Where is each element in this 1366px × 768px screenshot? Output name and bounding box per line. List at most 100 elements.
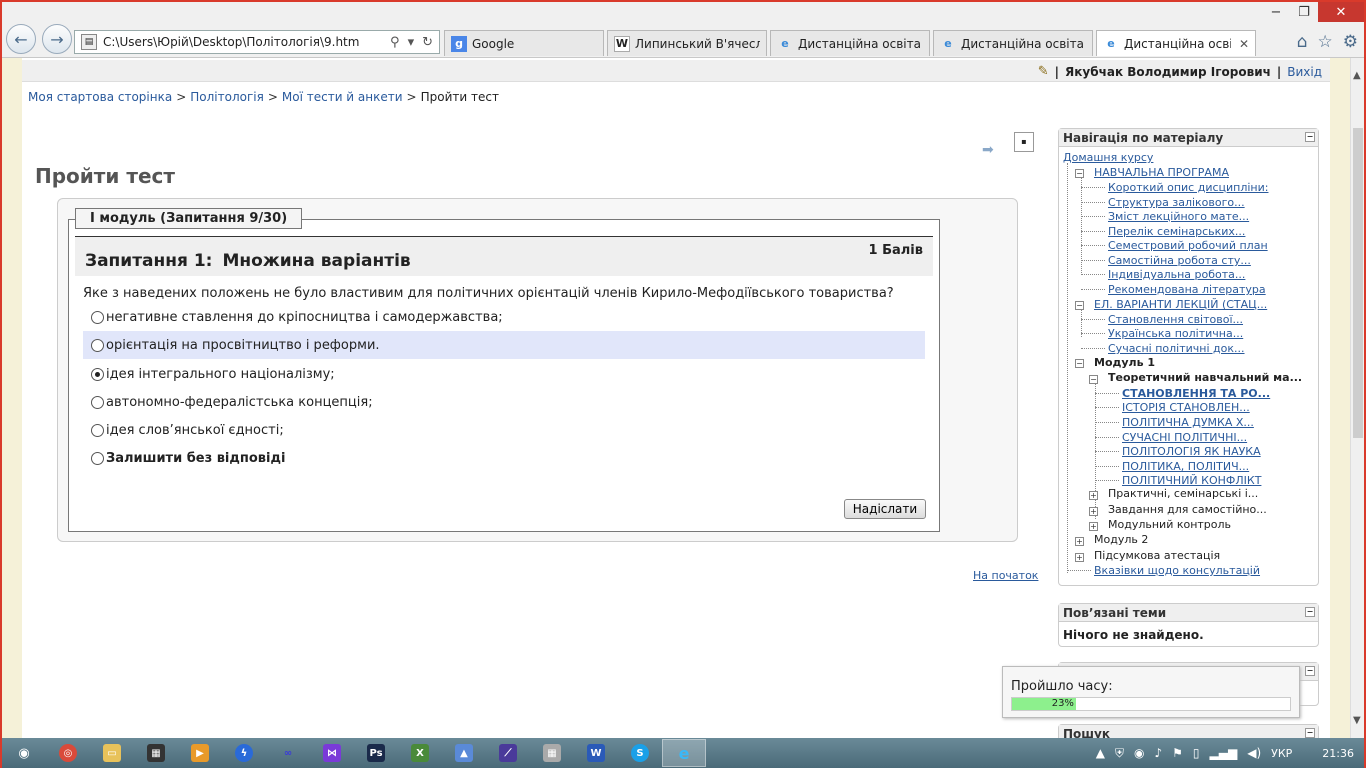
forward-button[interactable]: → <box>42 24 72 54</box>
tree-item[interactable]: СУЧАСНІ ПОЛІТИЧНІ... <box>1122 431 1247 444</box>
tab-distance-1[interactable]: e Дистанційна освіта в Т... <box>770 30 930 56</box>
maximize-button[interactable]: ❐ <box>1290 2 1318 22</box>
tree-item[interactable]: Українська політична... <box>1108 327 1243 340</box>
visual-studio-taskbar-button[interactable]: ⋈ <box>310 739 354 767</box>
scroll-up-icon[interactable]: ▲ <box>1353 70 1361 81</box>
tree-item[interactable]: ЕЛ. ВАРІАНТИ ЛЕКЦІЙ (СТАЦ... <box>1094 298 1267 311</box>
status-icon[interactable]: ◉ <box>1134 746 1144 760</box>
search-icon[interactable]: ⚲ <box>390 35 400 50</box>
image-taskbar-button[interactable]: ▲ <box>442 739 486 767</box>
tree-item[interactable]: Перелік семінарських... <box>1108 225 1245 238</box>
volume-icon[interactable]: ♪ <box>1154 746 1162 760</box>
excel-taskbar-button[interactable]: X <box>398 739 442 767</box>
radio-button[interactable] <box>91 451 104 465</box>
tree-item[interactable]: Семестровий робочий план <box>1108 239 1268 252</box>
submit-button[interactable]: Надіслати <box>844 499 926 519</box>
tree-item-module-1[interactable]: Модуль 1 <box>1094 356 1155 369</box>
tree-expand-icon[interactable]: + <box>1089 491 1098 500</box>
settings-gear-icon[interactable]: ⚙ <box>1343 32 1358 52</box>
collapse-icon[interactable]: − <box>1305 132 1315 142</box>
word-taskbar-button[interactable]: W <box>574 739 618 767</box>
tree-item[interactable]: Структура залікового... <box>1108 196 1245 209</box>
collapse-icon[interactable]: − <box>1305 666 1315 676</box>
back-button[interactable]: ← <box>6 24 36 54</box>
photoshop-taskbar-button[interactable]: Ps <box>354 739 398 767</box>
speaker-icon[interactable]: ◀) <box>1247 746 1261 760</box>
tree-item[interactable]: Самостійна робота сту... <box>1108 254 1251 267</box>
shield-icon[interactable]: ⛨ <box>1115 746 1124 761</box>
tab-distance-active[interactable]: e Дистанційна освіта ... ✕ <box>1096 30 1256 56</box>
tree-item[interactable]: ПОЛІТИЧНИЙ КОНФЛІКТ <box>1122 474 1261 487</box>
answer-option[interactable]: ідея інтегрального націоналізму; <box>83 360 925 388</box>
tree-item[interactable]: Сучасні політичні док... <box>1108 342 1245 355</box>
network-icon[interactable]: ▂▄▆ <box>1210 746 1238 760</box>
tree-item[interactable]: Короткий опис дисципліни: <box>1108 181 1268 194</box>
answer-option[interactable]: негативне ставлення до кріпосництва і са… <box>83 303 925 331</box>
media-player-taskbar-button[interactable]: ▶ <box>178 739 222 767</box>
clock[interactable]: 21:36 <box>1322 747 1354 760</box>
radio-button[interactable] <box>91 395 104 409</box>
arrow-right-icon[interactable]: ➡ <box>982 142 994 158</box>
refresh-icon[interactable]: ↻ <box>422 35 433 50</box>
breadcrumb-course[interactable]: Політологія <box>190 90 264 104</box>
video-taskbar-button[interactable]: ▦ <box>134 739 178 767</box>
tree-item[interactable]: Підсумкова атестація <box>1094 549 1220 562</box>
battery-icon[interactable]: ▯ <box>1193 746 1200 760</box>
answer-option[interactable]: орієнтація на просвітництво і реформи. <box>83 331 925 359</box>
skype-taskbar-button[interactable]: S <box>618 739 662 767</box>
tree-expand-icon[interactable]: + <box>1075 537 1084 546</box>
radio-button-checked[interactable] <box>91 367 104 381</box>
breadcrumb-home[interactable]: Моя стартова сторінка <box>28 90 172 104</box>
answer-option[interactable]: ідея слов’янської єдності; <box>83 416 925 444</box>
tree-expand-icon[interactable]: + <box>1075 553 1084 562</box>
radio-button[interactable] <box>91 338 104 352</box>
tree-item[interactable]: НАВЧАЛЬНА ПРОГРАМА <box>1094 166 1229 179</box>
tree-item[interactable]: Вказівки щодо консультацій <box>1094 564 1260 577</box>
flag-icon[interactable]: ⚑ <box>1172 746 1183 760</box>
ruler-taskbar-button[interactable]: ⟋ <box>486 739 530 767</box>
home-icon[interactable]: ⌂ <box>1297 32 1308 52</box>
favorites-star-icon[interactable]: ☆ <box>1318 32 1333 52</box>
collapse-icon[interactable]: − <box>1305 728 1315 738</box>
tree-collapse-icon[interactable]: − <box>1075 301 1084 310</box>
answer-option[interactable]: автономно-федералістська концепція; <box>83 388 925 416</box>
tree-collapse-icon[interactable]: − <box>1089 375 1098 384</box>
tree-item-home[interactable]: Домашня курсу <box>1063 151 1153 164</box>
scroll-thumb[interactable] <box>1353 128 1363 438</box>
scroll-down-icon[interactable]: ▼ <box>1353 715 1361 726</box>
tree-item[interactable]: ПОЛІТИКА, ПОЛІТИЧ... <box>1122 460 1249 473</box>
address-text[interactable]: C:\Users\Юрій\Desktop\Політологія\9.htm <box>103 35 390 49</box>
tree-item[interactable]: ПОЛІТОЛОГІЯ ЯК НАУКА <box>1122 445 1261 458</box>
back-to-top-link[interactable]: На початок <box>973 569 1038 582</box>
vertical-scrollbar[interactable]: ▲ ▼ <box>1350 58 1364 738</box>
radio-button[interactable] <box>91 310 104 324</box>
logout-link[interactable]: Вихід <box>1287 65 1322 79</box>
tree-item[interactable]: Завдання для самостійно... <box>1108 503 1267 516</box>
ie-taskbar-button[interactable]: e <box>662 739 706 767</box>
tree-item[interactable]: Зміст лекційного мате... <box>1108 210 1249 223</box>
tree-expand-icon[interactable]: + <box>1089 507 1098 516</box>
tree-item[interactable]: ПОЛІТИЧНА ДУМКА Х... <box>1122 416 1254 429</box>
tree-item-module-2[interactable]: Модуль 2 <box>1094 533 1148 546</box>
tray-expand-icon[interactable]: ▲ <box>1096 746 1105 760</box>
breadcrumb-quizzes[interactable]: Мої тести й анкети <box>282 90 403 104</box>
tree-item[interactable]: Становлення світової... <box>1108 313 1243 326</box>
tree-item[interactable]: Практичні, семінарські і... <box>1108 487 1258 500</box>
tab-distance-2[interactable]: e Дистанційна освіта в Т... <box>933 30 1093 56</box>
answer-option-skip[interactable]: Залишити без відповіді <box>83 444 925 472</box>
close-tab-icon[interactable]: ✕ <box>1239 37 1249 51</box>
lightning-taskbar-button[interactable]: ϟ <box>222 739 266 767</box>
collapse-icon[interactable]: − <box>1305 607 1315 617</box>
address-bar[interactable]: ▤ C:\Users\Юрій\Desktop\Політологія\9.ht… <box>74 30 440 54</box>
glasses-taskbar-button[interactable]: ∞ <box>266 739 310 767</box>
tree-item-current[interactable]: СТАНОВЛЕННЯ ТА РО... <box>1122 387 1270 400</box>
tree-item[interactable]: ІСТОРІЯ СТАНОВЛЕН... <box>1122 401 1250 414</box>
radio-button[interactable] <box>91 423 104 437</box>
tree-item[interactable]: Модульний контроль <box>1108 518 1231 531</box>
tree-expand-icon[interactable]: + <box>1089 522 1098 531</box>
block-toggle-box[interactable]: ▪ <box>1014 132 1034 152</box>
close-window-button[interactable]: ✕ <box>1318 2 1364 22</box>
chrome-taskbar-button[interactable]: ◎ <box>46 739 90 767</box>
tab-google[interactable]: g Google <box>444 30 604 56</box>
minimize-button[interactable]: − <box>1262 2 1290 22</box>
